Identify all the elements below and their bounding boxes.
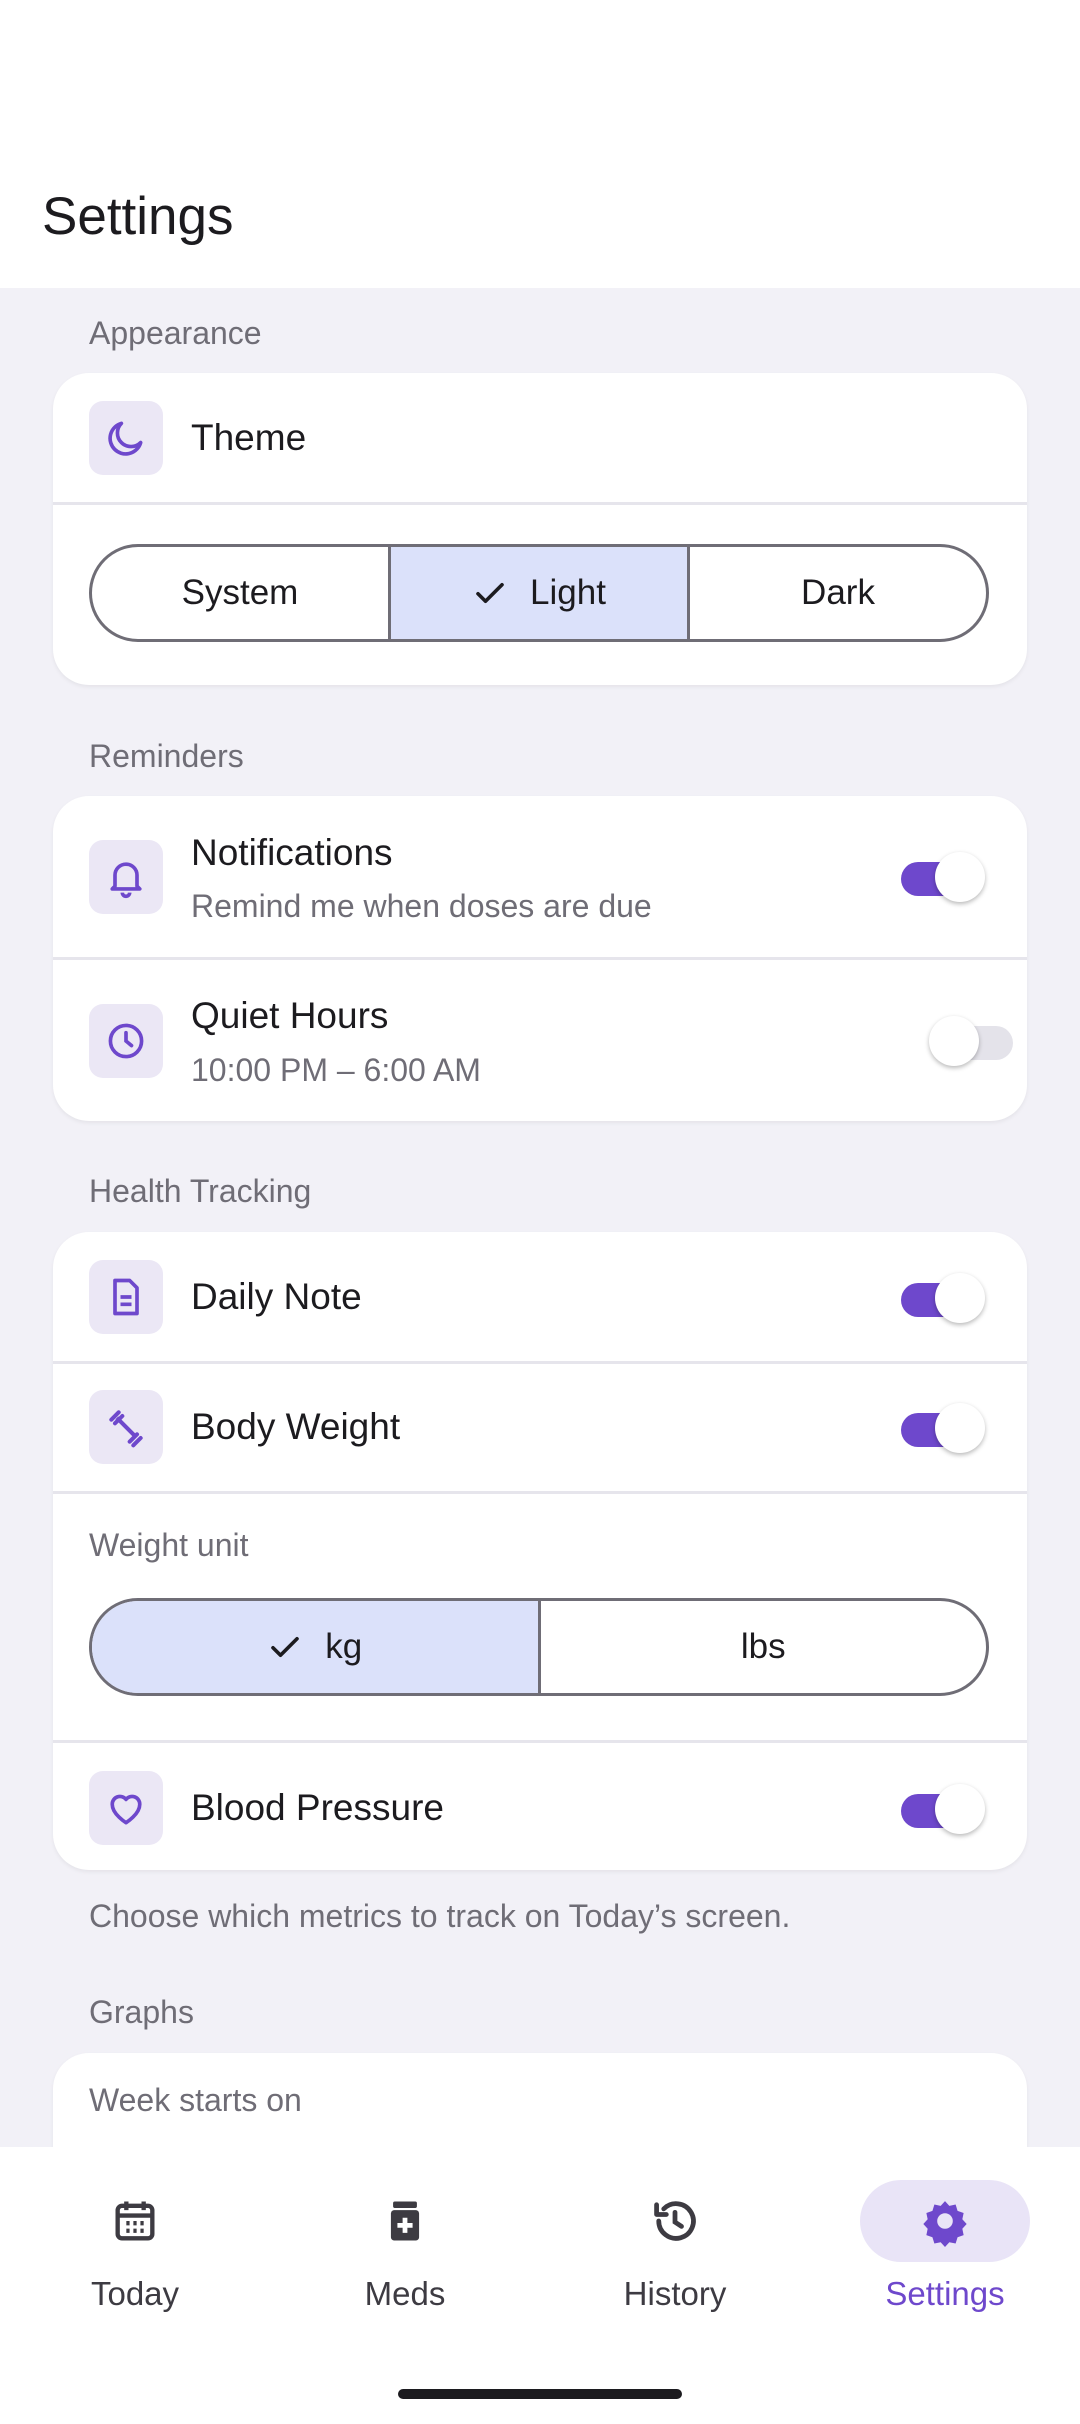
nav-item-today[interactable]: Today — [0, 2147, 270, 2367]
quiet-hours-title: Quiet Hours — [191, 995, 389, 1036]
section-label-reminders: Reminders — [89, 738, 244, 774]
theme-title: Theme — [191, 417, 307, 458]
clock-icon — [89, 1004, 163, 1078]
notifications-title: Notifications — [191, 832, 393, 873]
divider — [53, 957, 1027, 960]
divider — [53, 502, 1027, 505]
page-title: Settings — [42, 187, 234, 246]
nav-label-today: Today — [90, 2275, 180, 2312]
week-starts-on-label: Week starts on — [89, 2082, 302, 2118]
blood-pressure-title: Blood Pressure — [191, 1787, 444, 1828]
section-label-appearance: Appearance — [89, 315, 262, 351]
check-icon — [476, 582, 504, 604]
nav-label-settings: Settings — [885, 2275, 1005, 2312]
quiet-hours-toggle[interactable] — [929, 1010, 1019, 1070]
history-icon — [590, 2180, 760, 2262]
section-label-health-tracking: Health Tracking — [89, 1173, 312, 1209]
nav-label-history: History — [623, 2275, 727, 2312]
theme-option-dark[interactable]: Dark — [690, 547, 986, 639]
health-tracking-card: Daily Note Body Weight Weight unit kg lb… — [53, 1232, 1027, 1870]
reminders-card: Notifications Remind me when doses are d… — [53, 796, 1027, 1121]
check-icon — [271, 1636, 300, 1658]
health-tracking-helper-text: Choose which metrics to track on Today’s… — [89, 1898, 791, 1934]
bottom-navigation-bar: Today Meds History Settings — [0, 2147, 1080, 2424]
top-app-bar: Settings — [0, 0, 1080, 288]
notifications-toggle[interactable] — [895, 846, 985, 906]
theme-segmented-control: System Light Dark — [89, 544, 989, 642]
divider — [53, 1361, 1027, 1364]
notifications-subtitle: Remind me when doses are due — [191, 888, 652, 924]
nav-item-meds[interactable]: Meds — [270, 2147, 540, 2367]
body-weight-title: Body Weight — [191, 1406, 401, 1447]
divider — [53, 1740, 1027, 1743]
nav-item-settings[interactable]: Settings — [810, 2147, 1080, 2367]
quiet-hours-subtitle: 10:00 PM – 6:00 AM — [191, 1052, 481, 1088]
divider — [53, 1491, 1027, 1494]
document-icon — [89, 1260, 163, 1334]
bell-icon — [89, 840, 163, 914]
gear-icon — [860, 2180, 1030, 2262]
moon-icon — [89, 401, 163, 475]
daily-note-toggle[interactable] — [895, 1267, 985, 1327]
heart-icon — [89, 1771, 163, 1845]
section-label-graphs: Graphs — [89, 1994, 194, 2030]
nav-label-meds: Meds — [364, 2275, 446, 2312]
daily-note-title: Daily Note — [191, 1276, 362, 1317]
weight-unit-label: Weight unit — [89, 1527, 249, 1563]
appearance-card: Theme System Light Dark — [53, 373, 1027, 685]
dumbbell-icon — [89, 1390, 163, 1464]
nav-item-history[interactable]: History — [540, 2147, 810, 2367]
theme-option-light[interactable]: Light — [391, 547, 690, 639]
weight-unit-option-kg[interactable]: kg — [92, 1601, 541, 1693]
home-indicator — [398, 2389, 682, 2399]
body-weight-toggle[interactable] — [895, 1397, 985, 1457]
weight-unit-segmented-control: kg lbs — [89, 1598, 989, 1696]
theme-option-system[interactable]: System — [92, 547, 391, 639]
calendar-icon — [50, 2180, 220, 2262]
blood-pressure-toggle[interactable] — [895, 1778, 985, 1838]
medicine-icon — [320, 2180, 490, 2262]
weight-unit-option-lbs[interactable]: lbs — [541, 1601, 987, 1693]
